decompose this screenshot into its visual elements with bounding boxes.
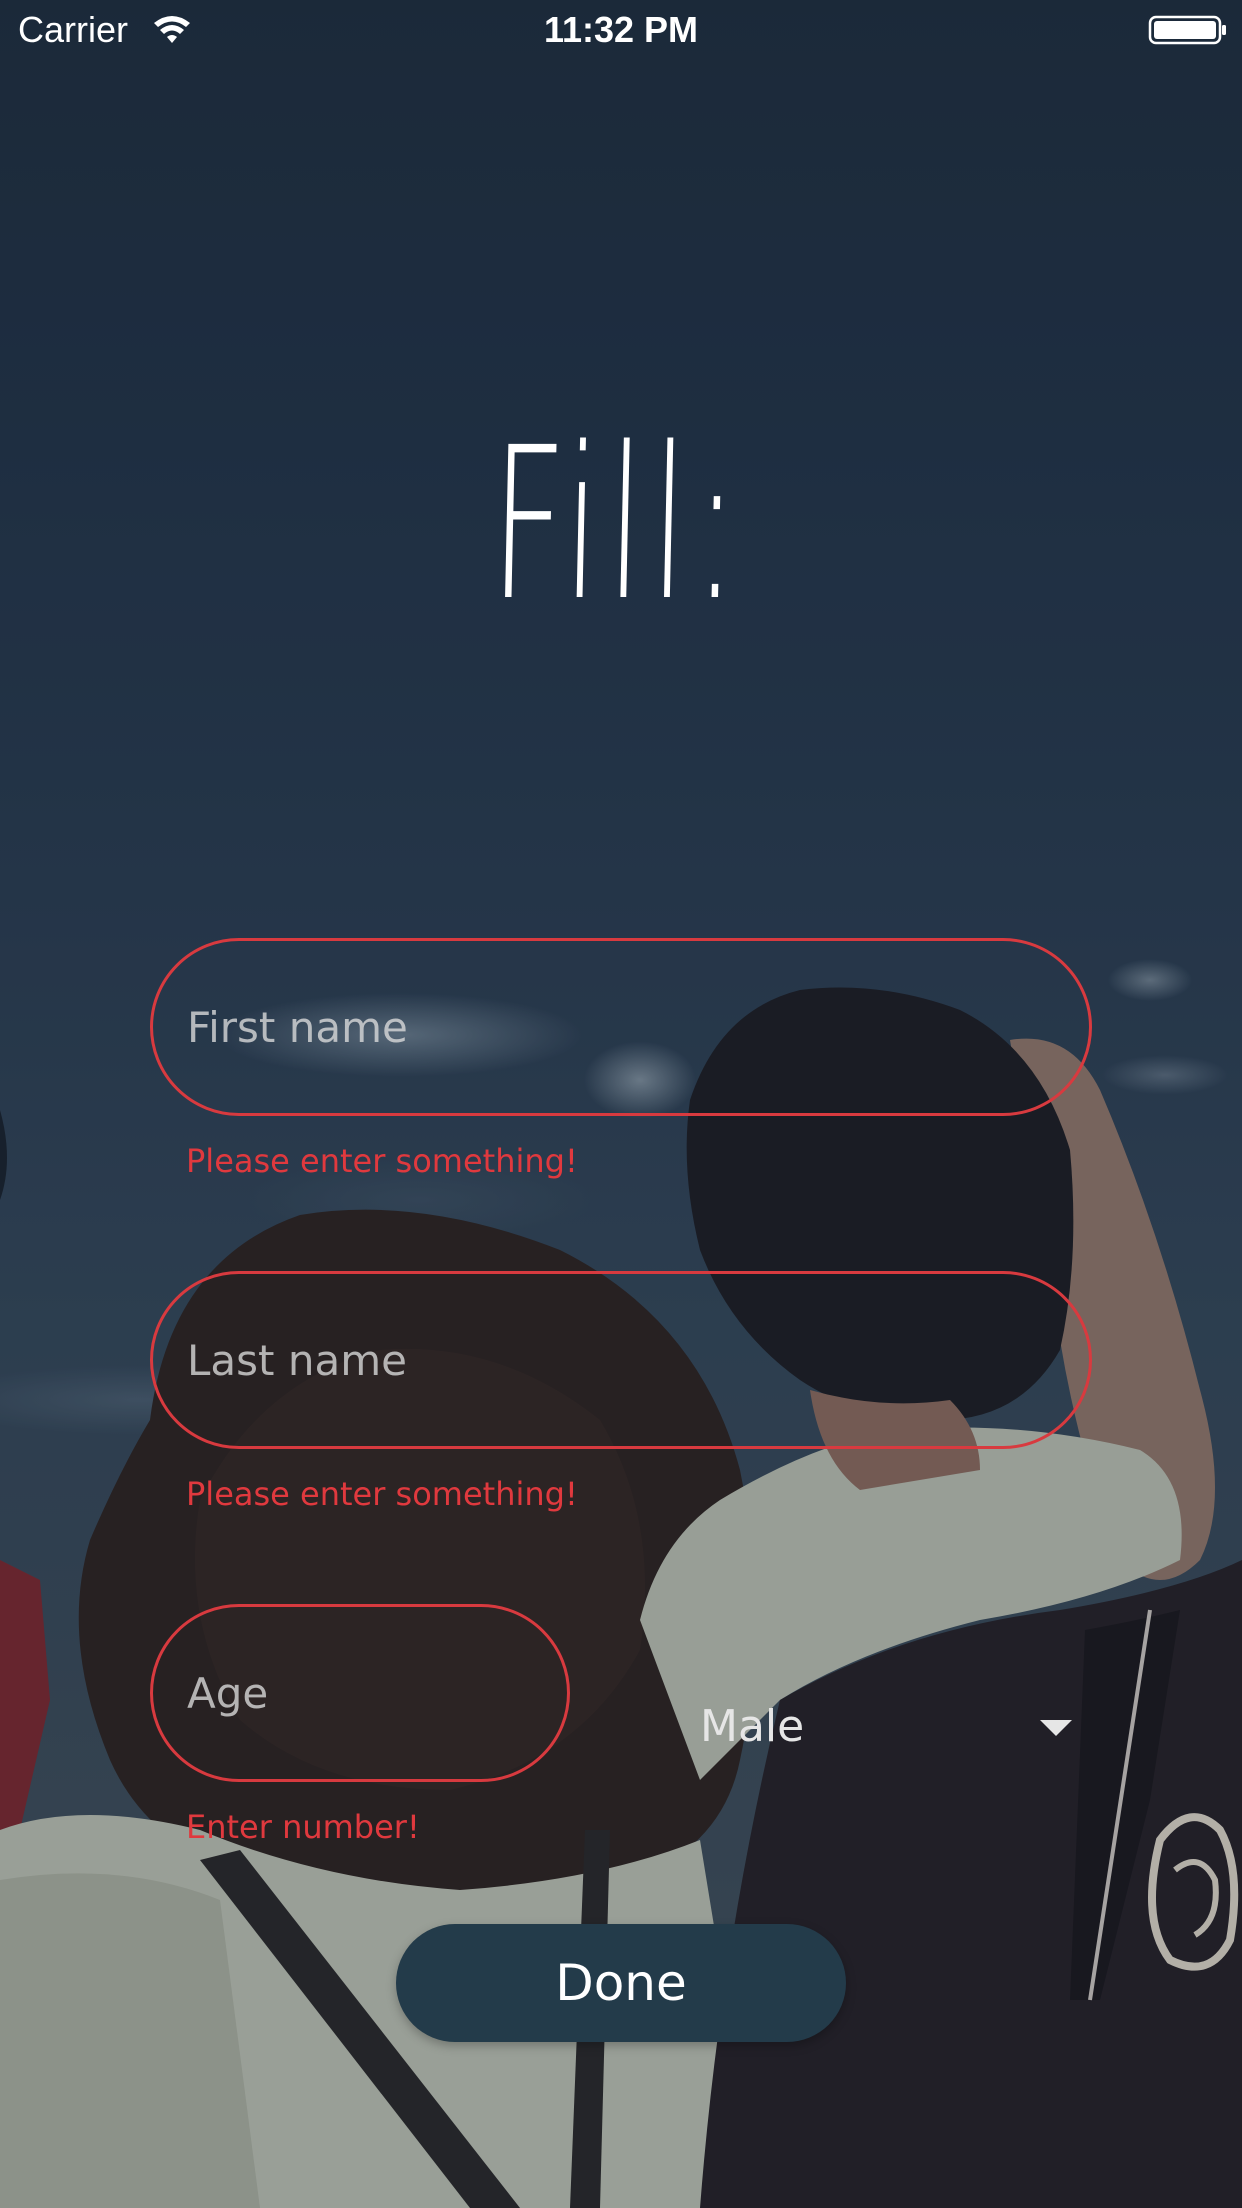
fill-form-screen: Carrier 11:32 PM Fill: Please enter some… [0, 0, 1242, 2208]
first-name-error: Please enter something! [186, 1142, 578, 1180]
last-name-input[interactable] [187, 1274, 1053, 1446]
battery-icon [1148, 15, 1226, 45]
first-name-input[interactable] [187, 941, 1053, 1113]
done-button[interactable]: Done [396, 1924, 846, 2042]
status-time: 11:32 PM [543, 9, 699, 50]
age-field[interactable] [150, 1604, 570, 1782]
last-name-error: Please enter something! [186, 1475, 578, 1513]
last-name-field[interactable] [150, 1271, 1092, 1449]
gender-selected-value: Male [700, 1701, 805, 1752]
age-input[interactable] [187, 1607, 531, 1779]
gender-dropdown[interactable]: Male [690, 1690, 1080, 1764]
status-bar: Carrier 11:32 PM [0, 0, 1242, 60]
chevron-down-icon[interactable] [1040, 1720, 1072, 1736]
page-title: Fill: [488, 402, 749, 647]
age-error: Enter number! [186, 1808, 420, 1846]
first-name-field[interactable] [150, 938, 1092, 1116]
